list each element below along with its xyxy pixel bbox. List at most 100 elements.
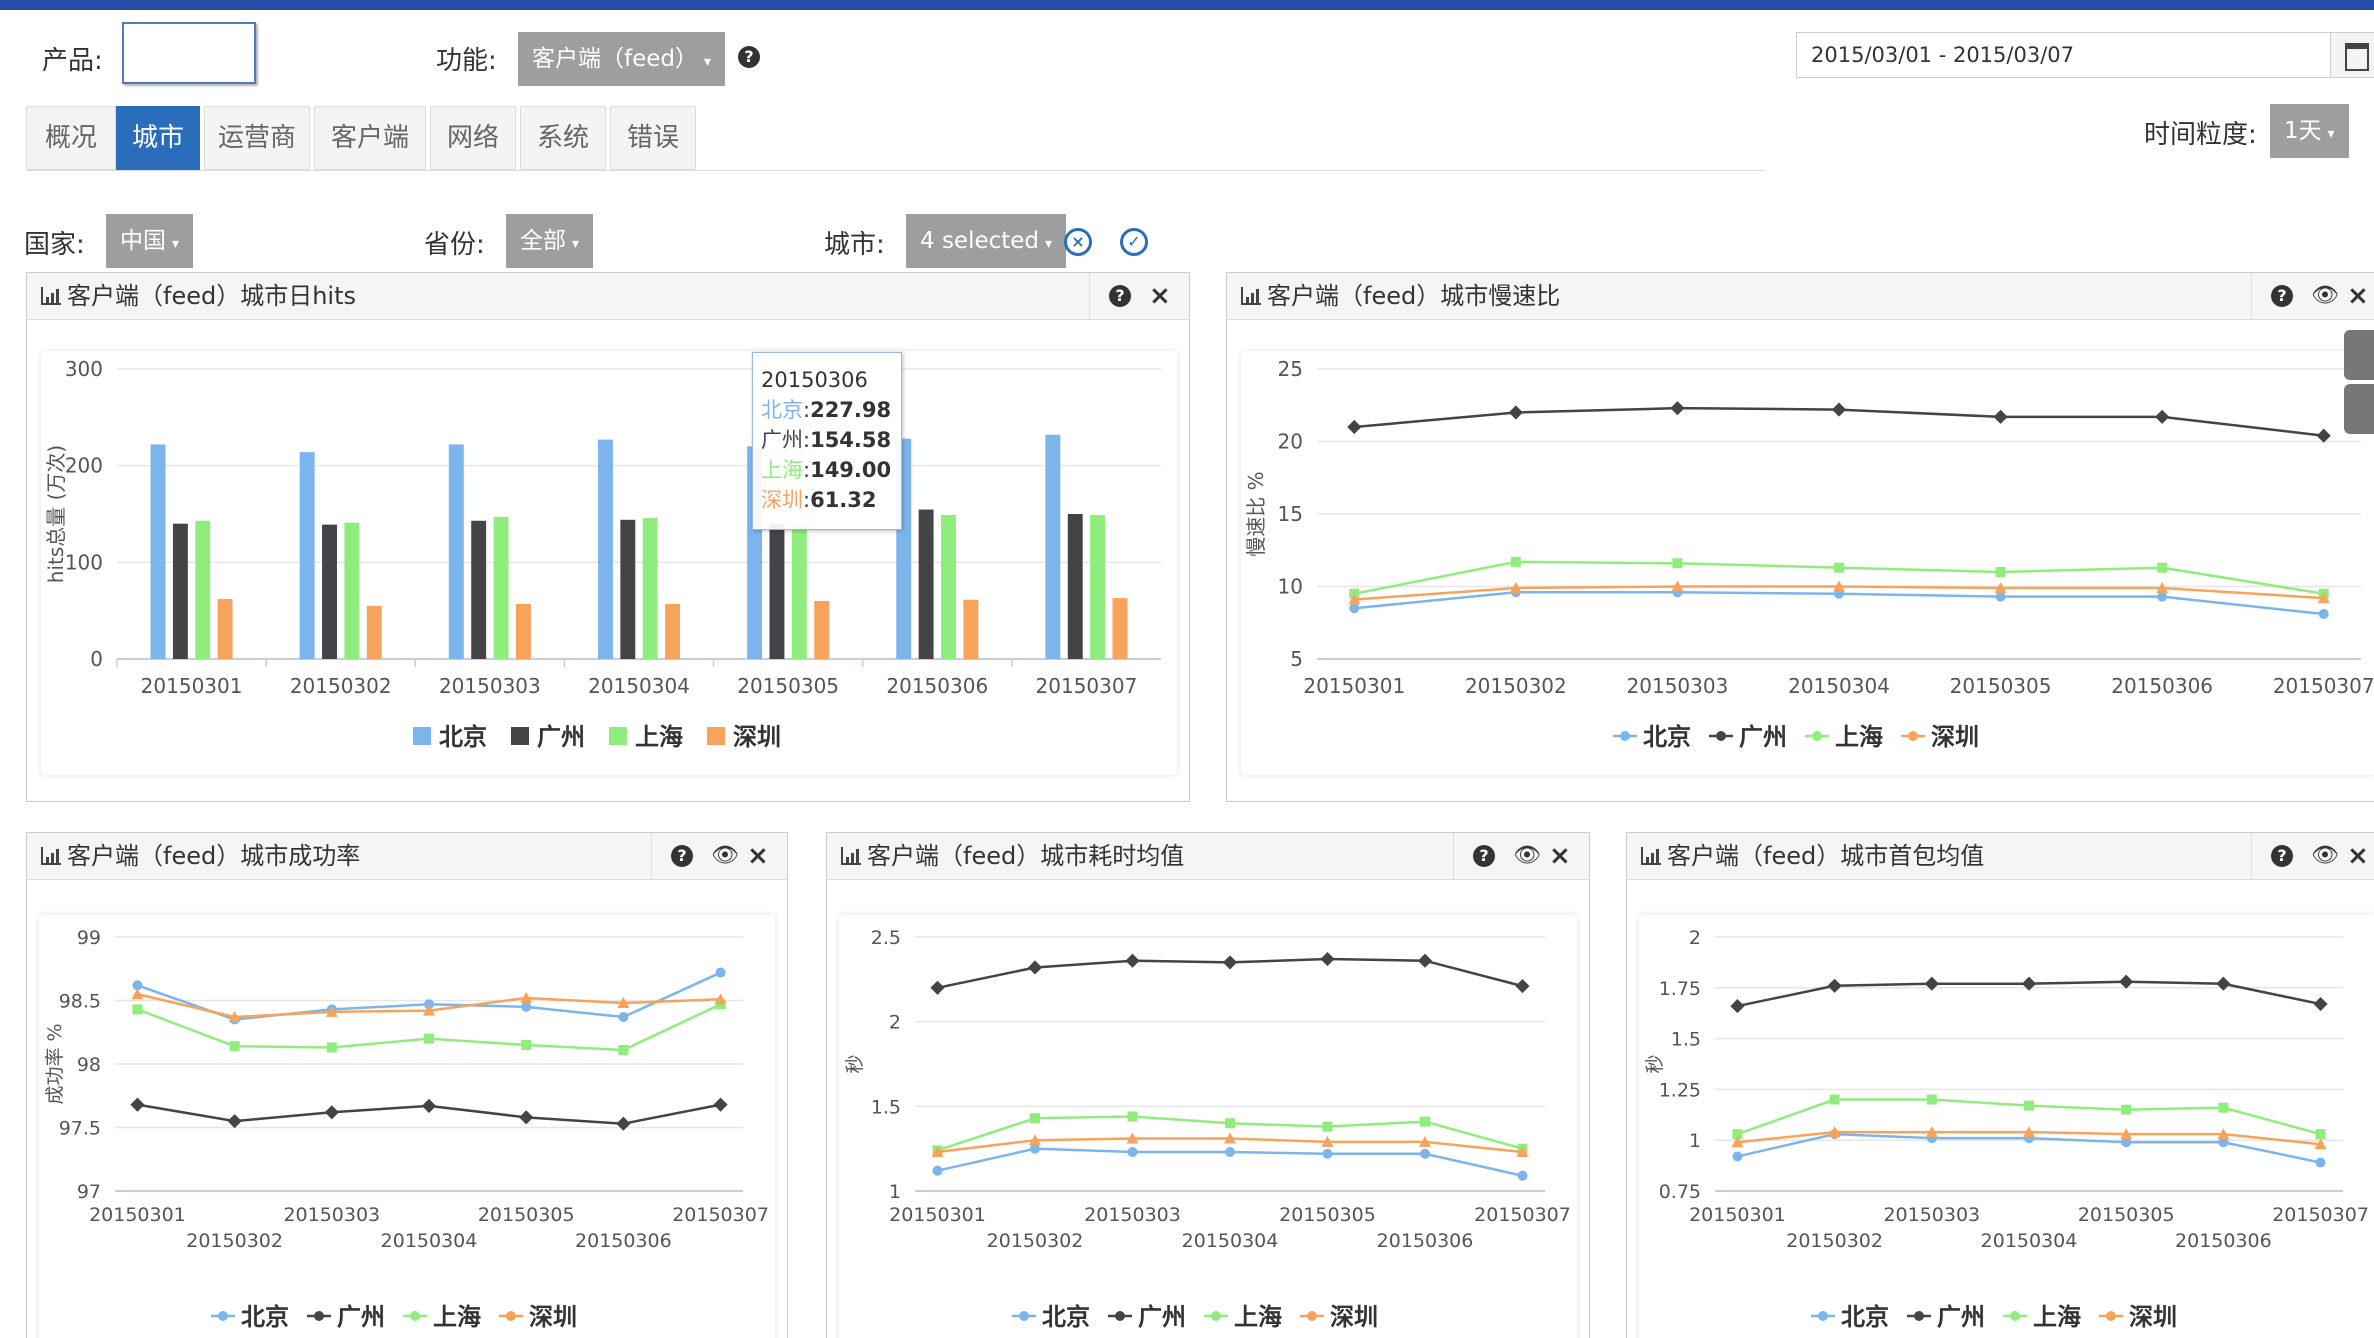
legend-marker (314, 1311, 324, 1321)
bar (195, 520, 211, 659)
data-point (521, 1001, 532, 1012)
feature-dropdown[interactable]: 客户端（feed） ▾ (518, 32, 726, 86)
legend-label: 深圳 (1330, 1303, 1378, 1331)
data-point (2216, 976, 2231, 991)
y-tick-label: 0 (90, 647, 103, 671)
legend-label: 北京 (1841, 1303, 1889, 1331)
x-tick-label: 20150303 (439, 674, 541, 698)
tooltip-row: 广州:154.58 (761, 428, 892, 452)
legend-label: 北京 (439, 723, 487, 751)
data-point (1827, 978, 1842, 993)
close-icon[interactable]: × (1549, 843, 1571, 869)
data-point (1670, 401, 1685, 416)
plot-area: 97 97.5 98 98.5 99 成功率 % 20150301 20150302 20150… (39, 915, 775, 1338)
help-icon[interactable]: ? (2271, 845, 2293, 867)
data-point (1347, 419, 1362, 435)
data-point (618, 1045, 629, 1056)
data-point (324, 1105, 339, 1120)
eye-icon[interactable]: 👁 (1513, 845, 1541, 867)
data-point (1125, 953, 1140, 968)
tooltip-city: 深圳 (761, 488, 803, 512)
close-icon[interactable]: × (1149, 283, 1171, 309)
y-tick-label: 1.75 (1659, 978, 1701, 1000)
legend-swatch (707, 727, 725, 745)
data-point (1508, 405, 1523, 420)
bar (172, 523, 188, 659)
data-point (1222, 955, 1238, 970)
y-tick-label: 2.5 (871, 927, 901, 949)
y-axis-label: hits总量 (万次) (44, 445, 68, 583)
y-tick-label: 1 (1689, 1130, 1701, 1152)
eye-icon[interactable]: 👁 (711, 845, 739, 867)
x-tick-label: 20150307 (2273, 674, 2374, 698)
first-packet-line-chart: 0.7511.251.51.752秒2015030120150302201503… (1644, 927, 2369, 1331)
x-tick-label: 20150305 (478, 1204, 575, 1226)
y-tick-label: 5 (1290, 647, 1303, 671)
help-icon[interactable]: ? (671, 845, 693, 867)
tab-network[interactable]: 网络 (430, 106, 516, 170)
tab-carrier[interactable]: 运营商 (204, 106, 310, 170)
side-share-tab[interactable] (2344, 330, 2374, 380)
help-icon[interactable]: ? (1473, 845, 1495, 867)
x-tick-label: 20150301 (89, 1204, 186, 1226)
help-icon[interactable]: ? (738, 46, 760, 68)
success-rate-line-chart: 9797.59898.599成功率 %201503012015030220150… (44, 927, 769, 1331)
y-tick-label: 20 (1278, 430, 1303, 454)
legend-marker (218, 1311, 228, 1321)
date-range-input[interactable]: 2015/03/01 - 2015/03/07 (1796, 32, 2346, 78)
window-top-bar (0, 0, 2374, 10)
help-icon[interactable]: ? (1109, 285, 1131, 307)
header-divider (2251, 273, 2252, 319)
x-tick-label: 20150305 (1279, 1204, 1376, 1226)
legend-label: 上海 (433, 1303, 481, 1331)
close-icon[interactable]: × (747, 843, 769, 869)
country-dropdown[interactable]: 中国 ▾ (106, 214, 194, 268)
bar-chart-icon (41, 847, 61, 865)
legend-marker (1908, 731, 1918, 741)
tab-city[interactable]: 城市 (116, 106, 200, 170)
tab-client[interactable]: 客户端 (314, 106, 426, 170)
help-icon[interactable]: ? (2271, 285, 2293, 307)
legend-marker (1620, 731, 1630, 741)
tab-system[interactable]: 系统 (520, 106, 606, 170)
tab-error[interactable]: 错误 (610, 106, 696, 170)
confirm-selection-icon[interactable]: ✓ (1120, 228, 1148, 256)
x-tick-label: 20150305 (2078, 1204, 2175, 1226)
data-point (519, 1110, 534, 1125)
header-divider (1089, 273, 1090, 319)
city-multiselect[interactable]: 4 selected ▾ (906, 214, 1067, 268)
legend-marker (1307, 1311, 1317, 1321)
legend-marker (1812, 731, 1822, 741)
legend-marker (1019, 1311, 1029, 1321)
legend-marker (1211, 1311, 1221, 1321)
bar (597, 439, 613, 659)
tooltip-value: 149.00 (810, 458, 892, 482)
y-axis-label: 秒 (1644, 1054, 1666, 1073)
eye-icon[interactable]: 👁 (2311, 285, 2339, 307)
legend-label: 上海 (1835, 723, 1883, 751)
close-icon[interactable]: × (2347, 843, 2369, 869)
y-tick-label: 1.5 (1671, 1029, 1701, 1051)
panel-header: 客户端（feed）城市慢速比 ? 👁 × (1227, 273, 2374, 320)
y-axis-label: 慢速比 % (1244, 471, 1268, 556)
data-point (1995, 591, 2006, 602)
tooltip-row: 上海:149.00 (761, 458, 892, 482)
data-point (2315, 1157, 2326, 1168)
clear-selection-icon[interactable]: × (1064, 228, 1092, 256)
x-tick-label: 20150301 (889, 1204, 986, 1226)
granularity-dropdown[interactable]: 1天 ▾ (2270, 104, 2349, 158)
tooltip-value: 154.58 (810, 428, 892, 452)
tab-overview[interactable]: 概况 (26, 106, 116, 170)
calendar-button[interactable] (2330, 32, 2374, 78)
x-tick-label: 20150306 (575, 1230, 672, 1252)
side-share-tab[interactable] (2344, 384, 2374, 434)
product-input[interactable] (122, 22, 256, 84)
y-axis-label: 秒 (844, 1054, 866, 1073)
data-point (618, 1012, 629, 1023)
eye-icon[interactable]: 👁 (2311, 845, 2339, 867)
province-dropdown[interactable]: 全部 ▾ (506, 214, 594, 268)
data-point (1926, 1094, 1937, 1105)
close-icon[interactable]: × (2347, 283, 2369, 309)
caret-down-icon: ▾ (1045, 236, 1053, 252)
data-point (1027, 960, 1043, 975)
